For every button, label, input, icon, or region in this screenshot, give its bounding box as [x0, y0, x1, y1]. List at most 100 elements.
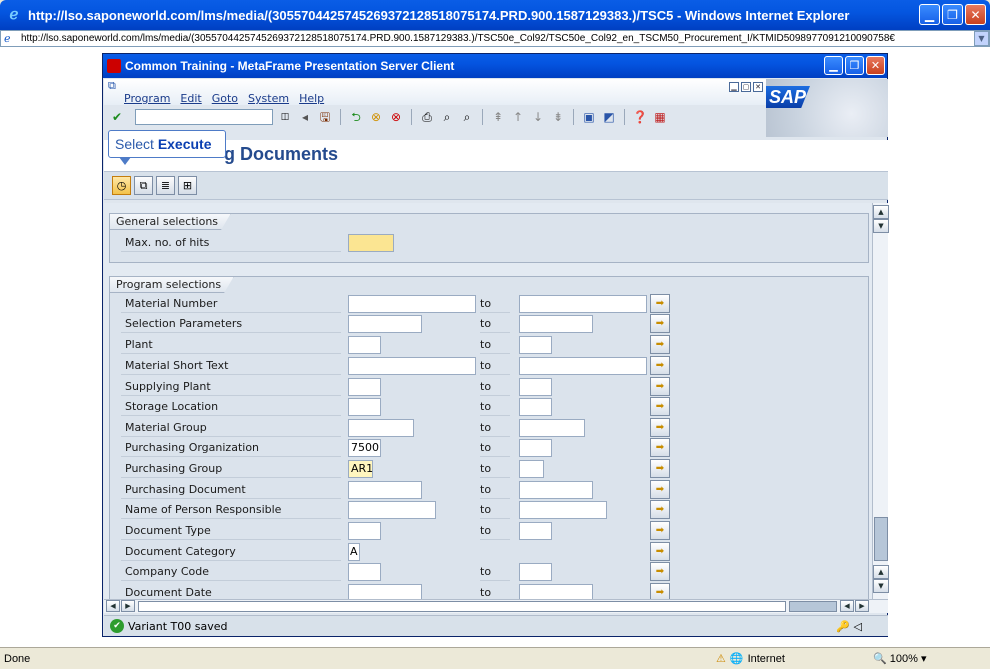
layout-menu-icon[interactable]: ▦	[652, 109, 668, 125]
enter-check-icon[interactable]: ✔	[109, 109, 125, 125]
multi-select-arrow-icon[interactable]: ➡	[650, 314, 670, 333]
sap-close-icon[interactable]: ✕	[753, 82, 763, 92]
purchasing-document-from[interactable]	[348, 481, 422, 499]
selection-screen[interactable]: General selections Max. no. of hits Prog…	[104, 203, 872, 599]
supplying-plant-from[interactable]	[348, 378, 381, 396]
command-history-icon[interactable]: ◫	[277, 109, 293, 125]
document-type-from[interactable]	[348, 522, 381, 540]
last-page-icon[interactable]: ⇟	[550, 109, 566, 125]
storage-location-to[interactable]	[519, 398, 552, 416]
find-next-icon[interactable]: ⌕	[459, 109, 475, 125]
address-dropdown-icon[interactable]: ▼	[974, 31, 989, 46]
help-icon[interactable]: ❓	[632, 109, 648, 125]
next-page-icon[interactable]: ↓	[530, 109, 546, 125]
command-field[interactable]	[135, 109, 273, 125]
supplying-plant-to[interactable]	[519, 378, 552, 396]
menu-program[interactable]: Program	[124, 92, 170, 105]
multi-select-arrow-icon[interactable]: ➡	[650, 294, 670, 313]
dynamic-selections-button[interactable]: ≣	[156, 176, 175, 195]
person-responsible-to[interactable]	[519, 501, 607, 519]
multi-select-arrow-icon[interactable]: ➡	[650, 377, 670, 396]
menu-help[interactable]: Help	[299, 92, 324, 105]
multi-select-arrow-icon[interactable]: ➡	[650, 459, 670, 478]
multi-select-arrow-icon[interactable]: ➡	[650, 397, 670, 416]
horizontal-track[interactable]	[138, 601, 786, 612]
zoom-control[interactable]: 🔍 100% ▾	[873, 652, 926, 665]
restore-button[interactable]: ❐	[942, 4, 963, 25]
company-code-from[interactable]	[348, 563, 381, 581]
scroll-up-bottom-icon[interactable]: ▲	[873, 565, 889, 579]
selection-parameters-to[interactable]	[519, 315, 593, 333]
multi-select-arrow-icon[interactable]: ➡	[650, 418, 670, 437]
material-group-from[interactable]	[348, 419, 414, 437]
cancel-icon[interactable]: ⊗	[388, 109, 404, 125]
material-group-to[interactable]	[519, 419, 585, 437]
plant-from[interactable]	[348, 336, 381, 354]
scroll-up-icon[interactable]: ▲	[873, 205, 889, 219]
selection-parameters-from[interactable]	[348, 315, 422, 333]
document-date-from[interactable]	[348, 584, 422, 599]
menu-edit[interactable]: Edit	[180, 92, 201, 105]
citrix-close-button[interactable]: ✕	[866, 56, 885, 75]
new-session-icon[interactable]: ▣	[581, 109, 597, 125]
prev-icon[interactable]: ◂	[297, 109, 313, 125]
menu-exit-icon[interactable]: ⧉	[108, 79, 116, 93]
execute-button[interactable]: ◷	[112, 176, 131, 195]
purchasing-group-from[interactable]: AR1	[348, 460, 373, 478]
document-type-to[interactable]	[519, 522, 552, 540]
multi-select-arrow-icon[interactable]: ➡	[650, 562, 670, 581]
purchasing-group-to[interactable]	[519, 460, 544, 478]
document-category-input[interactable]: A	[348, 543, 360, 561]
material-short-text-from[interactable]	[348, 357, 476, 375]
multi-select-arrow-icon[interactable]: ➡	[650, 521, 670, 540]
multi-select-arrow-icon[interactable]: ➡	[650, 583, 670, 599]
first-page-icon[interactable]: ⇞	[490, 109, 506, 125]
sap-minimize-icon[interactable]: ▁	[729, 82, 739, 92]
purchasing-organization-from[interactable]: 7500	[348, 439, 381, 457]
multi-select-arrow-icon[interactable]: ➡	[650, 480, 670, 499]
address-url[interactable]: http://lso.saponeworld.com/lms/media/(30…	[21, 33, 974, 44]
person-responsible-from[interactable]	[348, 501, 436, 519]
scroll-thumb[interactable]	[874, 517, 888, 561]
print-icon[interactable]: ⎙	[419, 109, 435, 125]
scroll-right-end-icon[interactable]: ▶	[855, 600, 869, 612]
menu-goto[interactable]: Goto	[212, 92, 238, 105]
material-short-text-to[interactable]	[519, 357, 647, 375]
purchasing-organization-to[interactable]	[519, 439, 552, 457]
citrix-restore-button[interactable]: ❐	[845, 56, 864, 75]
multi-select-arrow-icon[interactable]: ➡	[650, 500, 670, 519]
material-number-to[interactable]	[519, 295, 647, 313]
shortcut-icon[interactable]: ◩	[601, 109, 617, 125]
multi-select-arrow-icon[interactable]: ➡	[650, 542, 670, 561]
scroll-down-bottom-icon[interactable]: ▼	[873, 579, 889, 593]
storage-location-from[interactable]	[348, 398, 381, 416]
find-icon[interactable]: ⌕	[439, 109, 455, 125]
save-icon[interactable]: 🖫	[317, 109, 333, 125]
back-icon[interactable]: ⮌	[348, 109, 364, 125]
close-button[interactable]: ✕	[965, 4, 986, 25]
prev-page-icon[interactable]: ↑	[510, 109, 526, 125]
plant-to[interactable]	[519, 336, 552, 354]
minimize-button[interactable]: ▁	[919, 4, 940, 25]
purchasing-document-to[interactable]	[519, 481, 593, 499]
citrix-minimize-button[interactable]: ▁	[824, 56, 843, 75]
horizontal-thumb[interactable]	[789, 601, 837, 612]
multi-select-arrow-icon[interactable]: ➡	[650, 438, 670, 457]
scroll-down-icon[interactable]: ▼	[873, 219, 889, 233]
horizontal-scrollbar[interactable]: ◀ ▶ ◀ ▶	[104, 599, 888, 613]
company-code-to[interactable]	[519, 563, 552, 581]
system-info-icon[interactable]: 🔑 ◁	[836, 620, 862, 633]
scroll-left-end-icon[interactable]: ◀	[840, 600, 854, 612]
scroll-right-icon[interactable]: ▶	[121, 600, 135, 612]
multi-select-arrow-icon[interactable]: ➡	[650, 335, 670, 354]
document-date-to[interactable]	[519, 584, 593, 599]
scroll-left-icon[interactable]: ◀	[106, 600, 120, 612]
sap-maximize-icon[interactable]: ▢	[741, 82, 751, 92]
multi-select-arrow-icon[interactable]: ➡	[650, 356, 670, 375]
max-hits-input[interactable]	[348, 234, 394, 252]
material-number-from[interactable]	[348, 295, 476, 313]
vertical-scrollbar[interactable]: ▲ ▼ ▲ ▼	[872, 203, 889, 599]
multiple-selection-button[interactable]: ⊞	[178, 176, 197, 195]
address-bar[interactable]: ℯ http://lso.saponeworld.com/lms/media/(…	[0, 30, 990, 47]
exit-icon[interactable]: ⊗	[368, 109, 384, 125]
